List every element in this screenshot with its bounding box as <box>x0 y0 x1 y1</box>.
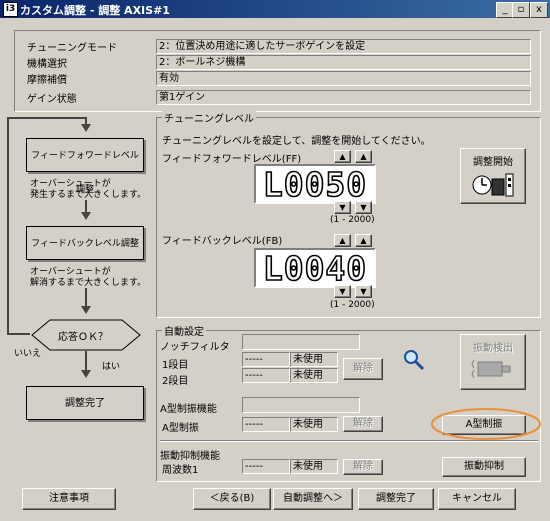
vibration-suppress-button[interactable]: 振動抑制 <box>442 457 526 477</box>
fb-level-digits: L0040 <box>262 248 367 289</box>
close-button[interactable]: x <box>530 2 548 18</box>
notch-release-button[interactable]: 解除 <box>343 358 383 380</box>
friction-label: 摩擦補償 <box>27 75 67 86</box>
flow-arrow-1 <box>81 212 91 220</box>
window-title: カスタム調整 - 調整 AXIS#1 <box>20 4 170 17</box>
notch-filter-label: ノッチフィルタ <box>160 342 230 353</box>
a-type-func-label: A型制振機能 <box>160 404 217 415</box>
a-type-label: A型制振 <box>162 423 199 434</box>
decision-yes: はい <box>102 362 121 372</box>
mechanism-label: 機構選択 <box>27 59 67 70</box>
motor-vibration-icon <box>471 359 511 379</box>
stage1-status: 未使用 <box>290 352 338 367</box>
tuning-mode-label: チューニングモード <box>27 43 117 54</box>
auto-divider <box>160 440 538 441</box>
mechanism-value: 2：ボールネジ機構 <box>156 55 531 70</box>
ff-level-digits: L0050 <box>262 164 367 205</box>
vibration-detect-button[interactable]: 振動検出 <box>460 334 526 390</box>
ff-range: (1 - 2000) <box>330 215 375 225</box>
fb-level-display: L0040 <box>254 248 376 289</box>
fb-up-minor-button[interactable]: ▲ <box>355 234 372 247</box>
stage2-status: 未使用 <box>290 368 338 383</box>
freq1-release-label: 解除 <box>353 461 373 472</box>
motor-start-icon <box>472 173 514 197</box>
flow-line-2 <box>85 288 87 308</box>
fb-down-minor-button[interactable]: ▼ <box>355 285 372 298</box>
back-button[interactable]: ＜戻る(B) <box>193 488 271 510</box>
vib-sup-func-label: 振動抑制機能 <box>160 451 220 462</box>
caution-button[interactable]: 注意事項 <box>22 488 116 510</box>
finish-button[interactable]: 調整完了 <box>358 488 434 510</box>
tuning-instruction: チューニングレベルを設定して、調整を開始してください。 <box>162 136 431 147</box>
ff-level-value: L0050 <box>263 166 367 202</box>
gain-state-label: ゲイン状態 <box>27 94 77 105</box>
freq1-status: 未使用 <box>290 459 338 474</box>
stage1-freq: ----- <box>242 352 290 367</box>
decision-no: いいえ <box>14 349 42 359</box>
tuning-level-title: チューニングレベル <box>162 110 256 125</box>
freq1-label: 周波数1 <box>162 465 199 476</box>
notch-filter-bar <box>242 334 360 350</box>
ff-note-2: 発生するまで大きくします。 <box>30 190 147 200</box>
ff-up-minor-button[interactable]: ▲ <box>355 150 372 163</box>
fb-note-2: 解消するまで大きくします。 <box>30 278 147 288</box>
highlight-ellipse <box>431 408 541 440</box>
decision-label: 応答ＯＫ？ <box>58 332 108 343</box>
notch-release-label: 解除 <box>353 363 373 374</box>
freq1-value: ----- <box>242 459 290 474</box>
fb-level-label: フィードバックレベル(FB) <box>162 236 283 247</box>
flow-arrow-2 <box>81 306 91 314</box>
stage2-label: 2段目 <box>162 376 189 387</box>
start-adjust-button[interactable]: 調整開始 <box>460 148 526 204</box>
done-box: 調整完了 <box>26 386 144 420</box>
ff-level-label: フィードフォワードレベル(FF) <box>162 154 302 165</box>
friction-value: 有効 <box>156 71 531 86</box>
flow-line-3 <box>85 351 87 371</box>
a-type-freq: ----- <box>242 417 290 432</box>
stage1-label: 1段目 <box>162 360 189 371</box>
stage2-freq: ----- <box>242 368 290 383</box>
auto-settings-title: 自動設定 <box>162 323 206 338</box>
ff-down-major-button[interactable]: ▼ <box>334 201 351 214</box>
title-bar: i3 カスタム調整 - 調整 AXIS#1 _ ▫ x <box>0 0 550 18</box>
cancel-button[interactable]: キャンセル <box>438 488 516 510</box>
ff-adjust-box: フィードフォワードレベル調整 <box>26 138 144 195</box>
fb-adjust-box: フィードバックレベル調整 <box>26 226 144 260</box>
a-type-release-label: 解除 <box>353 418 373 429</box>
fb-range: (1 - 2000) <box>330 300 375 310</box>
tuning-mode-value: 2：位置決め用途に適したサーボゲインを設定 <box>156 39 531 54</box>
fb-up-major-button[interactable]: ▲ <box>334 234 351 247</box>
ff-level-display: L0050 <box>254 164 376 205</box>
magnifier-icon[interactable] <box>402 348 426 372</box>
gain-state-value: 第1ゲイン <box>156 90 531 105</box>
a-type-status: 未使用 <box>290 417 338 432</box>
fb-down-major-button[interactable]: ▼ <box>334 285 351 298</box>
a-type-bar <box>242 397 360 413</box>
ff-down-minor-button[interactable]: ▼ <box>355 201 372 214</box>
a-type-release-button[interactable]: 解除 <box>343 416 383 432</box>
restore-button[interactable]: ▫ <box>512 2 530 18</box>
start-adjust-label: 調整開始 <box>473 157 513 168</box>
ff-up-major-button[interactable]: ▲ <box>334 150 351 163</box>
auto-adjust-button[interactable]: 自動調整へ＞ <box>273 488 353 510</box>
app-icon: i3 <box>3 2 18 17</box>
flow-arrow-3 <box>81 370 91 378</box>
fb-level-value: L0040 <box>263 250 367 286</box>
freq1-release-button[interactable]: 解除 <box>343 459 383 475</box>
vibration-detect-label: 振動検出 <box>473 343 513 354</box>
